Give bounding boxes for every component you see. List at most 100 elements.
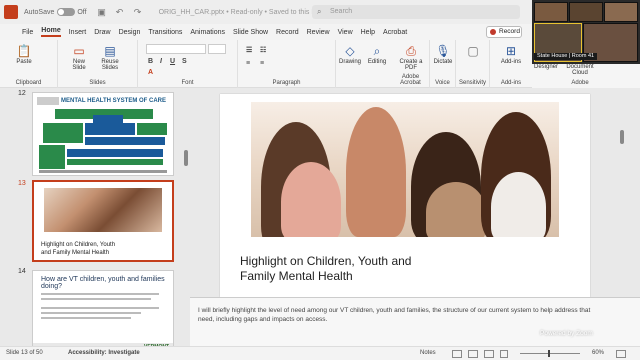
tab-draw[interactable]: Draw (94, 29, 110, 36)
slide-thumbnail-13[interactable]: Highlight on Children, Youth and Family … (32, 180, 174, 262)
video-tile[interactable] (569, 2, 603, 22)
bullets-icon[interactable]: ☰ (246, 46, 252, 54)
document-cloud-button[interactable]: Document Cloud (560, 64, 600, 76)
zoom-slider[interactable] (520, 353, 580, 354)
fit-to-window-icon[interactable] (616, 350, 626, 358)
sensitivity-icon: ▢ (467, 44, 479, 58)
diagram-block (85, 137, 165, 145)
tab-review[interactable]: Review (307, 29, 330, 36)
accessibility-status[interactable]: Accessibility: Investigate (68, 350, 140, 356)
notes-pane[interactable]: I will briefly highlight the level of ne… (190, 297, 640, 346)
bold-icon[interactable]: B (148, 58, 153, 65)
slide-thumbnail-14[interactable]: How are VT children, youth and families … (32, 270, 174, 352)
slides-group-label: Slides (89, 80, 106, 86)
diagram-block (93, 115, 123, 123)
dictate-button[interactable]: 🎙 Dictate (431, 44, 455, 65)
thumbnail-title: MENTAL HEALTH SYSTEM OF CARE (61, 98, 166, 104)
align-left-icon[interactable]: ≡ (246, 60, 250, 67)
slide-photo (251, 102, 559, 237)
tab-help[interactable]: Help (361, 29, 375, 36)
redo-icon[interactable]: ↷ (132, 6, 144, 18)
paragraph-group: ☰ ☷ ≡ ≡ Paragraph (238, 40, 336, 88)
zoom-slider-thumb[interactable] (548, 350, 550, 357)
microphone-icon: 🎙 (435, 44, 451, 58)
diagram-block (67, 149, 163, 157)
ribbon-tabs: File Home Insert Draw Design Transitions… (0, 24, 532, 40)
italic-icon[interactable]: I (160, 58, 162, 65)
designer-button[interactable]: Designer (532, 64, 560, 70)
thumbnail-title: How are VT children, youth and families … (41, 276, 165, 290)
notes-toggle[interactable]: Notes (420, 350, 436, 356)
zoom-level[interactable]: 60% (592, 350, 604, 356)
font-size-field[interactable] (208, 44, 226, 54)
new-slide-button[interactable]: ▭ New Slide (66, 44, 92, 71)
autosave-toggle[interactable]: AutoSave Off (24, 8, 87, 16)
tab-animations[interactable]: Animations (190, 29, 225, 36)
tab-insert[interactable]: Insert (69, 29, 87, 36)
tab-design[interactable]: Design (119, 29, 141, 36)
sensitivity-button[interactable]: ▢ (458, 44, 488, 59)
slide-number: 13 (18, 180, 26, 187)
photo-figure (426, 182, 486, 237)
diagram-block (85, 123, 135, 135)
video-tile[interactable] (604, 2, 638, 22)
record-button[interactable]: Record (486, 26, 522, 38)
tab-transitions[interactable]: Transitions (148, 29, 182, 36)
clipboard-group-label: Clipboard (15, 80, 42, 86)
slideshow-icon[interactable] (500, 350, 508, 358)
tab-home[interactable]: Home (41, 27, 61, 37)
voice-group: 🎙 Dictate Voice (430, 40, 456, 88)
thumbnail-title: Highlight on Children, Youth and Family … (41, 242, 116, 256)
tab-slide-show[interactable]: Slide Show (233, 29, 268, 36)
slide-title[interactable]: Highlight on Children, Youth and Family … (240, 254, 440, 284)
photo-figure (281, 162, 341, 237)
pdf-icon: ⎙ (406, 44, 416, 58)
video-tile[interactable] (534, 2, 568, 22)
paste-button[interactable]: 📋 Paste (10, 44, 38, 65)
align-center-icon[interactable]: ≡ (260, 60, 264, 67)
normal-view-icon[interactable] (452, 350, 462, 358)
photo-figure (491, 172, 546, 237)
diagram-block (43, 123, 83, 143)
new-slide-label: New Slide (72, 59, 86, 71)
strikethrough-icon[interactable]: S (182, 58, 187, 65)
save-icon[interactable]: ▣ (96, 6, 108, 18)
autosave-switch[interactable] (57, 8, 76, 16)
reading-view-icon[interactable] (484, 350, 494, 358)
current-slide[interactable]: Highlight on Children, Youth and Family … (220, 94, 590, 297)
drawing-button[interactable]: ◇ Drawing (338, 44, 362, 65)
undo-icon[interactable]: ↶ (114, 6, 126, 18)
underline-icon[interactable]: U (170, 58, 175, 65)
tab-file[interactable]: File (22, 29, 33, 36)
font-group-label: Font (181, 80, 194, 86)
video-participant-label: State House | Room 41 (534, 53, 598, 60)
tab-acrobat[interactable]: Acrobat (383, 29, 407, 36)
slide-title-text: Highlight on Children, Youth and Family … (240, 254, 412, 283)
editor-scrollbar[interactable] (620, 130, 624, 144)
slide-sorter-icon[interactable] (468, 350, 478, 358)
create-pdf-label: Create a PDF (399, 59, 423, 71)
paste-icon: 📋 (16, 44, 32, 58)
editing-button[interactable]: ⌕ Editing (364, 44, 390, 65)
numbering-icon[interactable]: ☷ (260, 46, 266, 54)
drawing-label: Drawing (338, 59, 361, 65)
slide-thumbnail-12[interactable]: MENTAL HEALTH SYSTEM OF CARE (32, 92, 174, 176)
slide-number: 12 (18, 90, 26, 97)
addins-button[interactable]: ⊞ Add-ins (496, 44, 526, 65)
video-gallery: State House | Room 41 (532, 0, 640, 64)
font-name-field[interactable] (146, 44, 206, 54)
create-pdf-button[interactable]: ⎙ Create a PDF (396, 44, 426, 71)
voice-group-label: Voice (435, 80, 450, 86)
sensitivity-group-label: Sensitivity (458, 80, 486, 86)
text-line (41, 293, 159, 295)
tab-view[interactable]: View (338, 29, 353, 36)
tab-record[interactable]: Record (276, 29, 299, 36)
font-color-icon[interactable]: A (148, 69, 153, 76)
slide-number: 14 (18, 268, 26, 275)
slides-panel-scrollbar[interactable] (184, 150, 188, 166)
photo-figure (346, 107, 406, 237)
search-input[interactable]: ⌕ Search (312, 5, 520, 19)
search-icon: ⌕ (317, 7, 322, 16)
reuse-slides-button[interactable]: ▤ Reuse Slides (96, 44, 124, 71)
clipboard-group: 📋 Paste Clipboard (0, 40, 58, 88)
